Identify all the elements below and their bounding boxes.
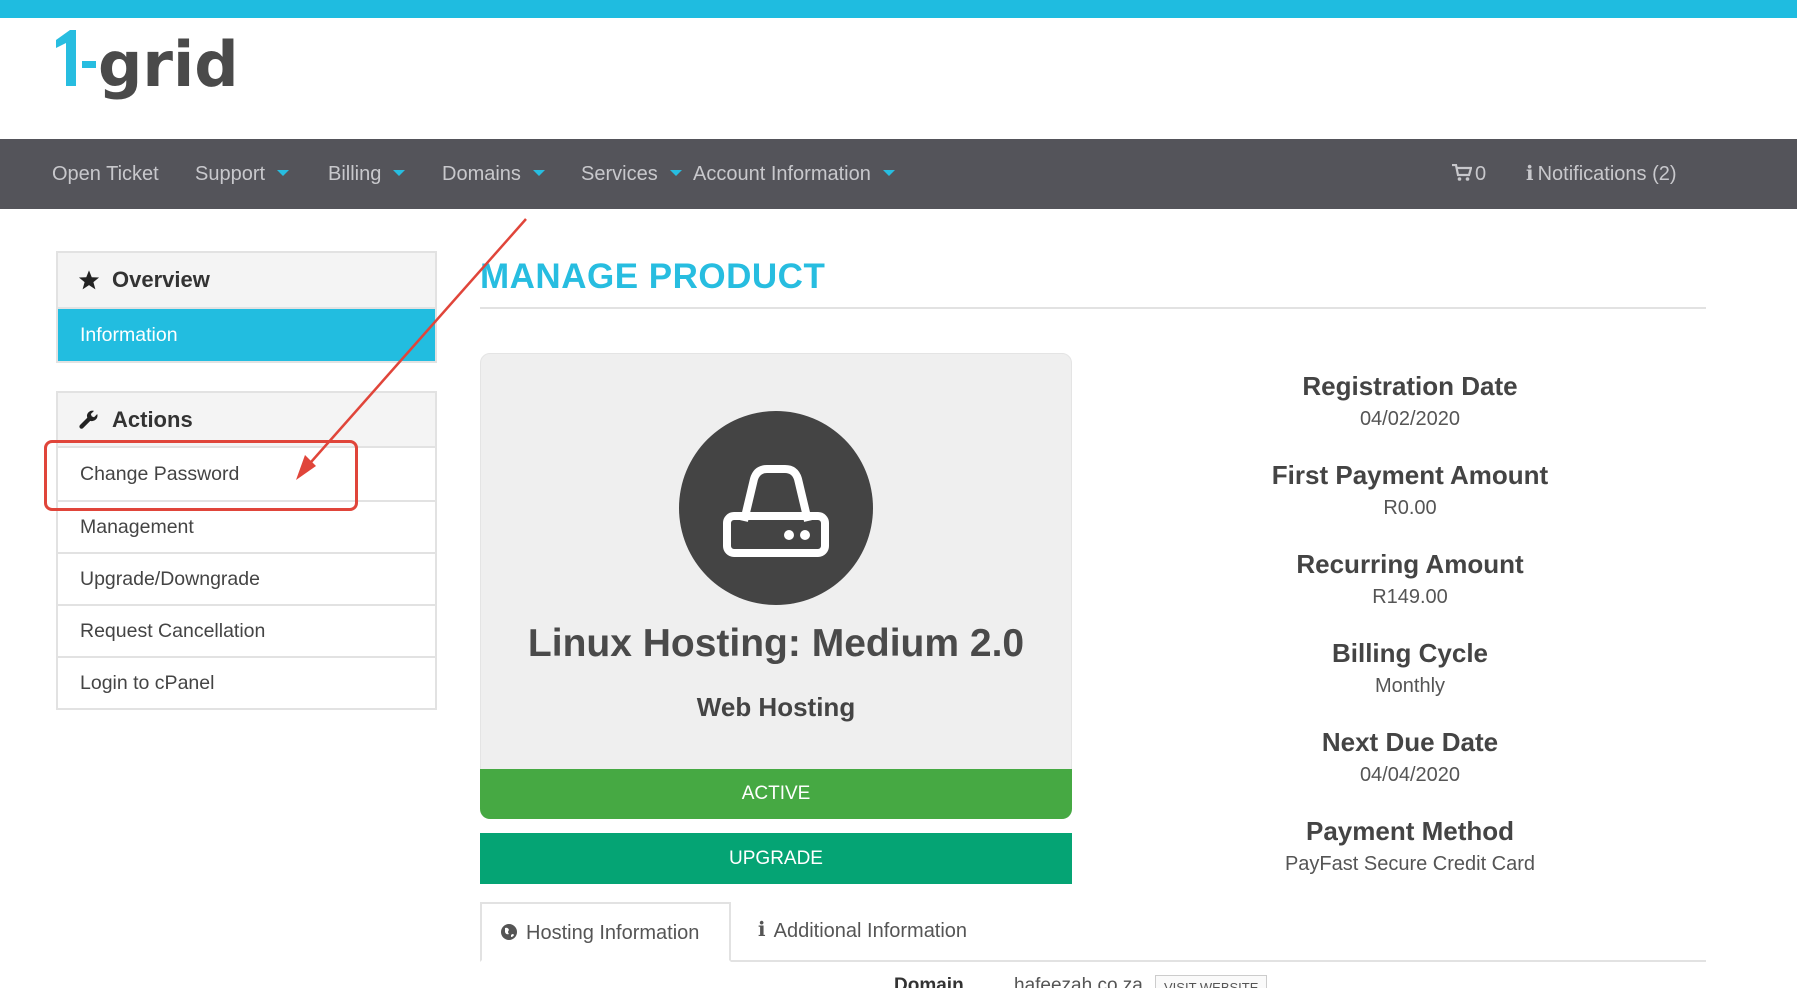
nav-cart[interactable]: 0 xyxy=(1452,139,1486,209)
info-icon: ℹ xyxy=(1526,163,1534,185)
notifications-label: Notifications (2) xyxy=(1537,163,1677,185)
sidebar-item-label: Login to cPanel xyxy=(80,671,215,694)
sidebar-overview-panel: Overview Information xyxy=(56,251,437,363)
tab-label: Additional Information xyxy=(773,920,968,942)
globe-icon xyxy=(501,923,517,940)
detail-first-payment: First Payment Amount R0.00 xyxy=(1160,457,1660,522)
product-icon-circle xyxy=(679,411,873,605)
nav-label: Billing xyxy=(328,163,382,185)
detail-value: R149.00 xyxy=(1372,586,1448,608)
nav-label: Domains xyxy=(442,163,521,185)
sidebar-item-upgrade-downgrade[interactable]: Upgrade/Downgrade xyxy=(58,552,435,604)
heading-divider xyxy=(480,307,1706,309)
product-group: Web Hosting xyxy=(696,692,856,722)
nav-domains[interactable]: Domains xyxy=(442,139,545,209)
caret-down-icon xyxy=(393,169,406,176)
detail-value: PayFast Secure Credit Card xyxy=(1284,853,1536,875)
detail-label: Payment Method xyxy=(1305,816,1515,846)
shopping-cart-icon xyxy=(1452,163,1472,181)
panel-title: Overview xyxy=(112,267,210,292)
nav-label: Support xyxy=(195,163,266,185)
nav-account-information[interactable]: Account Information xyxy=(693,139,895,209)
detail-value: 04/02/2020 xyxy=(1359,408,1461,430)
info-icon: ℹ xyxy=(758,918,766,941)
product-details: Registration Date 04/02/2020 First Payme… xyxy=(1160,368,1660,902)
visit-website-button[interactable]: VISIT WEBSITE xyxy=(1155,975,1268,988)
svg-text:grid: grid xyxy=(98,28,239,101)
tab-hosting-information[interactable]: Hosting Information xyxy=(480,902,731,962)
top-accent-stripe xyxy=(0,0,1797,18)
brand-logo[interactable]: 1-grid grid xyxy=(56,26,266,126)
star-icon xyxy=(78,270,100,290)
sidebar-item-information[interactable]: Information xyxy=(58,309,435,361)
nav-billing[interactable]: Billing xyxy=(328,139,406,209)
annotation-highlight-box xyxy=(44,440,358,511)
nav-notifications[interactable]: ℹ Notifications (2) xyxy=(1526,139,1677,209)
caret-down-icon xyxy=(882,169,895,176)
caret-down-icon xyxy=(532,169,545,176)
detail-recurring-amount: Recurring Amount R149.00 xyxy=(1160,546,1660,611)
detail-label: Billing Cycle xyxy=(1331,638,1489,668)
status-badge: ACTIVE xyxy=(480,769,1072,819)
tab-additional-information[interactable]: ℹ Additional Information xyxy=(740,902,985,962)
page-title: MANAGE PRODUCT xyxy=(480,257,826,296)
product-card: Linux Hosting: Medium 2.0 Web Hosting xyxy=(480,353,1072,773)
domain-label: Domain xyxy=(894,975,964,988)
sidebar-actions-panel: Actions Change Password Management Upgra… xyxy=(56,391,437,710)
sidebar-item-label: Information xyxy=(80,323,178,346)
panel-header-overview: Overview xyxy=(58,253,435,309)
nav-open-ticket[interactable]: Open Ticket xyxy=(52,139,159,209)
detail-registration-date: Registration Date 04/02/2020 xyxy=(1160,368,1660,433)
detail-label: First Payment Amount xyxy=(1271,460,1549,490)
nav-label: Services xyxy=(581,163,658,185)
detail-payment-method: Payment Method PayFast Secure Credit Car… xyxy=(1160,813,1660,878)
panel-title: Actions xyxy=(112,406,193,432)
wrench-icon xyxy=(79,410,98,429)
detail-label: Next Due Date xyxy=(1321,727,1499,757)
upgrade-button[interactable]: UPGRADE xyxy=(480,833,1072,884)
detail-label: Recurring Amount xyxy=(1296,549,1524,579)
sidebar-item-request-cancellation[interactable]: Request Cancellation xyxy=(58,604,435,656)
sidebar-item-label: Request Cancellation xyxy=(80,619,266,642)
nav-label: Open Ticket xyxy=(52,163,159,185)
main-navbar: Open Ticket Support Billing Domains Serv… xyxy=(0,139,1797,209)
sidebar-item-label: Management xyxy=(80,515,194,538)
detail-label: Registration Date xyxy=(1302,371,1518,401)
domain-value: hafeezah.co.za xyxy=(1014,975,1143,988)
nav-services[interactable]: Services xyxy=(581,139,682,209)
detail-value: 04/04/2020 xyxy=(1359,764,1461,786)
detail-next-due-date: Next Due Date 04/04/2020 xyxy=(1160,724,1660,789)
sidebar-item-login-cpanel[interactable]: Login to cPanel xyxy=(58,656,435,708)
detail-value: R0.00 xyxy=(1383,497,1437,519)
cart-count: 0 xyxy=(1475,163,1487,185)
hard-drive-icon xyxy=(723,465,829,557)
detail-billing-cycle: Billing Cycle Monthly xyxy=(1160,635,1660,700)
detail-value: Monthly xyxy=(1374,675,1446,697)
caret-down-icon xyxy=(669,169,682,176)
tab-label: Hosting Information xyxy=(526,922,700,944)
product-name: Linux Hosting: Medium 2.0 xyxy=(527,622,1025,665)
sidebar-item-label: Upgrade/Downgrade xyxy=(80,567,260,590)
caret-down-icon xyxy=(277,169,290,176)
nav-label: Account Information xyxy=(693,163,871,185)
nav-support[interactable]: Support xyxy=(195,139,290,209)
